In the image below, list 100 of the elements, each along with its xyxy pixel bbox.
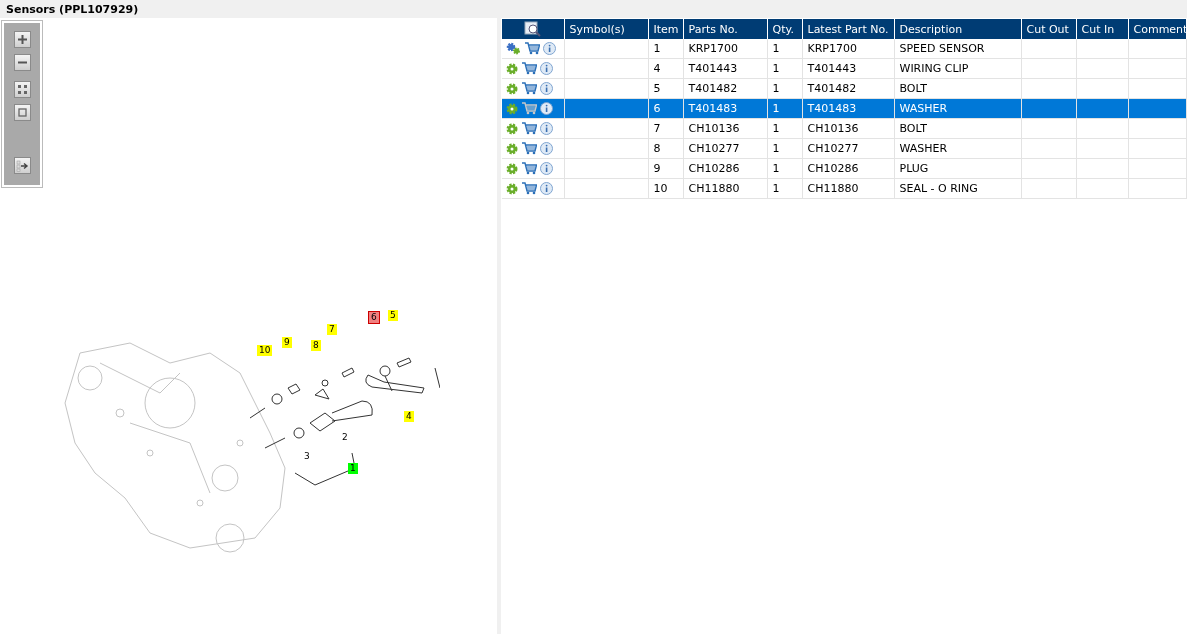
table-cell: BOLT (894, 78, 1021, 99)
table-cell (1021, 158, 1076, 179)
cart-icon[interactable] (521, 142, 537, 155)
column-header[interactable]: Comment (1128, 19, 1187, 39)
column-header[interactable]: Description (894, 19, 1021, 39)
table-cell: WASHER (894, 98, 1021, 119)
table-cell: 10 (648, 178, 683, 199)
table-cell (1021, 98, 1076, 119)
callout-label[interactable]: 4 (404, 411, 414, 422)
info-icon[interactable] (540, 142, 553, 155)
table-cell (1128, 138, 1187, 159)
zoom-in-button[interactable] (13, 31, 31, 48)
gear-icon[interactable] (506, 102, 518, 115)
column-header[interactable]: Latest Part No. (802, 19, 894, 39)
gear-icon[interactable] (506, 122, 518, 135)
table-cell: 1 (767, 58, 802, 79)
cart-icon[interactable] (521, 62, 537, 75)
table-cell: 1 (767, 98, 802, 119)
cart-icon[interactable] (521, 122, 537, 135)
table-cell (1076, 58, 1128, 79)
callout-label[interactable]: 9 (282, 337, 292, 348)
table-cell (1128, 98, 1187, 119)
table-row[interactable]: 4 T401443 1 T401443 WIRING CLIP (502, 58, 1187, 79)
table-cell (1128, 118, 1187, 139)
table-cell: CH11880 (802, 178, 894, 199)
cart-icon[interactable] (521, 82, 537, 95)
table-cell (1076, 158, 1128, 179)
zoom-out-button[interactable] (13, 54, 31, 71)
info-icon[interactable] (540, 162, 553, 175)
info-icon[interactable] (540, 122, 553, 135)
export-button[interactable] (13, 157, 31, 174)
callout-label[interactable]: 10 (257, 345, 273, 356)
info-icon[interactable] (540, 62, 553, 75)
table-cell: CH10277 (802, 138, 894, 159)
gear-icon[interactable] (506, 62, 518, 75)
info-icon[interactable] (540, 82, 553, 95)
table-cell (1076, 39, 1128, 59)
table-cell (1021, 138, 1076, 159)
cart-icon[interactable] (524, 42, 540, 55)
callout-label[interactable]: 5 (388, 310, 398, 321)
table-cell: CH11880 (683, 178, 767, 199)
info-icon[interactable] (540, 102, 553, 115)
column-header[interactable]: Cut In (1076, 19, 1128, 39)
table-row[interactable]: 7 CH10136 1 CH10136 BOLT (502, 118, 1187, 139)
callout-label[interactable]: 7 (327, 324, 337, 335)
cart-icon[interactable] (521, 102, 537, 115)
info-icon[interactable] (543, 42, 556, 55)
callout-label[interactable]: 6 (369, 312, 379, 323)
column-header[interactable]: Cut Out (1021, 19, 1076, 39)
table-cell: KRP1700 (802, 39, 894, 59)
callout-label: 3 (303, 451, 311, 462)
table-cell: 1 (767, 78, 802, 99)
table-cell: T401443 (802, 58, 894, 79)
cart-icon[interactable] (521, 162, 537, 175)
table-cell (1021, 118, 1076, 139)
table-cell: T401482 (683, 78, 767, 99)
table-cell (1021, 39, 1076, 59)
table-cell: 1 (767, 39, 802, 59)
table-cell: PLUG (894, 158, 1021, 179)
table-cell: 6 (648, 98, 683, 119)
gear-icon[interactable] (506, 182, 518, 195)
table-cell (1076, 178, 1128, 199)
table-row[interactable]: 10 CH11880 1 CH11880 SEAL - O RING (502, 178, 1187, 199)
table-cell (1076, 98, 1128, 119)
table-cell (1128, 178, 1187, 199)
gears-icon[interactable] (506, 42, 521, 55)
callout-label: 2 (341, 432, 349, 443)
table-cell: WASHER (894, 138, 1021, 159)
table-cell: KRP1700 (683, 39, 767, 59)
export-icon (15, 159, 29, 172)
callout-label[interactable]: 8 (311, 340, 321, 351)
table-cell: T401483 (683, 98, 767, 119)
column-header[interactable]: Qty. (767, 19, 802, 39)
gear-icon[interactable] (506, 142, 518, 155)
table-cell (1128, 78, 1187, 99)
column-header[interactable]: Item (648, 19, 683, 39)
window-title: Sensors (PPL107929) (6, 2, 139, 16)
column-header[interactable]: Parts No. (683, 19, 767, 39)
table-cell: 5 (648, 78, 683, 99)
callout-label[interactable]: 1 (348, 463, 358, 474)
gear-icon[interactable] (506, 162, 518, 175)
fit-grid-button[interactable] (13, 81, 31, 98)
table-cell: SPEED SENSOR (894, 39, 1021, 59)
gear-icon[interactable] (506, 82, 518, 95)
table-row[interactable]: 1 KRP1700 1 KRP1700 SPEED SENSOR (502, 39, 1187, 59)
table-cell: 1 (767, 158, 802, 179)
info-icon[interactable] (540, 182, 553, 195)
table-cell (1021, 178, 1076, 199)
table-row[interactable]: 5 T401482 1 T401482 BOLT (502, 78, 1187, 99)
search-icon[interactable] (523, 21, 542, 37)
table-row[interactable]: 8 CH10277 1 CH10277 WASHER (502, 138, 1187, 159)
fit-page-button[interactable] (13, 104, 31, 121)
column-header[interactable]: Symbol(s) (564, 19, 648, 39)
table-cell: CH10277 (683, 138, 767, 159)
table-cell: 1 (767, 138, 802, 159)
table-row[interactable]: 6 T401483 1 T401483 WASHER (502, 98, 1187, 119)
table-cell: 4 (648, 58, 683, 79)
table-row[interactable]: 9 CH10286 1 CH10286 PLUG (502, 158, 1187, 179)
cart-icon[interactable] (521, 182, 537, 195)
table-cell (1021, 58, 1076, 79)
